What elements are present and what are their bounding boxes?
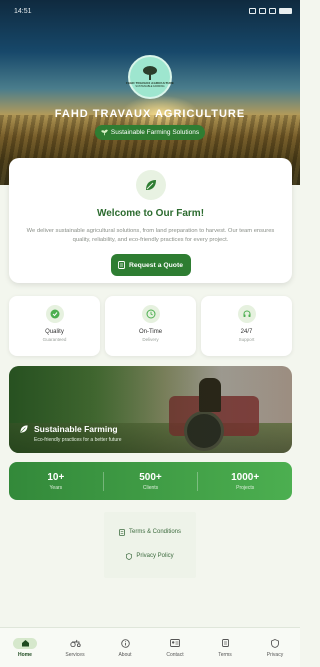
status-time: 14:51 <box>14 7 32 15</box>
stat-projects: 1000+ Projects <box>198 472 292 491</box>
stat-clients: 500+ Clients <box>104 471 199 491</box>
request-quote-button[interactable]: Request a Quote <box>110 254 191 276</box>
shield-icon <box>126 552 133 560</box>
feature-subtitle: Guaranteed <box>42 337 67 342</box>
sustainable-farming-banner: Sustainable Farming Eco-friendly practic… <box>9 366 292 453</box>
welcome-card: Welcome to Our Farm! We deliver sustaina… <box>9 158 292 283</box>
welcome-title: Welcome to Our Farm! <box>96 208 205 219</box>
bottom-navigation: Home Services About Contact Terms Privac… <box>0 627 300 667</box>
wifi-icon <box>259 8 266 14</box>
banner-title: Sustainable Farming <box>34 424 118 434</box>
stat-years: 10+ Years <box>9 471 104 491</box>
nav-item-home[interactable]: Home <box>0 628 50 667</box>
feature-title: Quality <box>45 329 64 335</box>
feature-title: On-Time <box>138 329 163 335</box>
tree-icon <box>142 66 158 80</box>
leaf-icon-circle <box>135 170 166 200</box>
banner-subtitle: Eco-friendly practices for a better futu… <box>34 437 122 443</box>
banner-text: Sustainable Farming Eco-friendly practic… <box>19 424 122 443</box>
terms-link-label: Terms & Conditions <box>128 529 182 535</box>
nav-item-contact[interactable]: Contact <box>150 628 200 667</box>
tagline-text: Sustainable Farming Solutions <box>110 129 200 136</box>
stat-label: Years <box>49 484 63 491</box>
company-logo: FAHD TRAVAUX AGRICULTURE SUSTAINABLE FAR… <box>126 55 174 99</box>
request-quote-label: Request a Quote <box>128 261 183 269</box>
feature-card-quality: Quality Guaranteed <box>9 296 100 356</box>
feature-card-support: 24/7 Support <box>201 296 292 356</box>
nav-label: Terms <box>218 651 232 658</box>
nav-item-privacy[interactable]: Privacy <box>250 628 300 667</box>
welcome-description: We deliver sustainable agricultural solu… <box>26 228 275 243</box>
stat-number: 10+ <box>47 471 65 483</box>
signal-icon <box>269 8 276 14</box>
status-bar: 14:51 <box>0 0 300 22</box>
nav-item-about[interactable]: About <box>100 628 150 667</box>
privacy-link[interactable]: Privacy Policy <box>104 544 196 568</box>
nav-label: Home <box>18 651 32 658</box>
tractor-icon <box>63 638 87 649</box>
leaf-icon <box>145 180 156 190</box>
nav-label: Privacy <box>266 651 284 658</box>
privacy-link-label: Privacy Policy <box>136 553 174 559</box>
seedling-icon <box>101 129 108 136</box>
document-icon <box>118 261 125 269</box>
stat-label: Clients <box>142 484 159 491</box>
brand-title: FAHD TRAVAUX AGRICULTURE <box>54 108 246 120</box>
feature-card-on-time: On-Time Delivery <box>105 296 196 356</box>
check-badge-icon <box>45 305 64 323</box>
battery-icon <box>279 8 292 14</box>
clock-icon <box>141 305 160 323</box>
contact-icon <box>163 638 187 649</box>
feature-subtitle: Delivery <box>142 337 159 342</box>
feature-cards: Quality Guaranteed On-Time Delivery 24/7… <box>9 296 292 356</box>
logo-subtext: SUSTAINABLE FARMING <box>135 85 165 88</box>
stat-label: Projects <box>236 484 255 491</box>
terms-link[interactable]: Terms & Conditions <box>104 520 196 544</box>
feature-title: 24/7 <box>240 329 253 335</box>
notification-icon <box>249 8 256 14</box>
info-icon <box>113 638 137 649</box>
nav-item-terms[interactable]: Terms <box>200 628 250 667</box>
support-icon <box>237 305 256 323</box>
stats-bar: 10+ Years 500+ Clients 1000+ Projects <box>9 462 292 500</box>
feature-subtitle: Support <box>238 337 255 342</box>
stat-number: 1000+ <box>231 471 260 483</box>
nav-label: Services <box>65 651 85 658</box>
nav-item-services[interactable]: Services <box>50 628 100 667</box>
nav-label: Contact <box>166 651 184 658</box>
document-icon <box>119 528 125 536</box>
home-icon <box>13 637 37 649</box>
shield-icon <box>263 638 287 649</box>
document-icon <box>213 638 237 649</box>
legal-links: Terms & Conditions Privacy Policy <box>104 512 196 578</box>
nav-label: About <box>118 651 132 658</box>
leaf-icon <box>20 425 28 433</box>
status-icons <box>249 8 292 14</box>
tagline-badge: Sustainable Farming Solutions <box>95 125 205 140</box>
stat-number: 500+ <box>139 471 162 483</box>
